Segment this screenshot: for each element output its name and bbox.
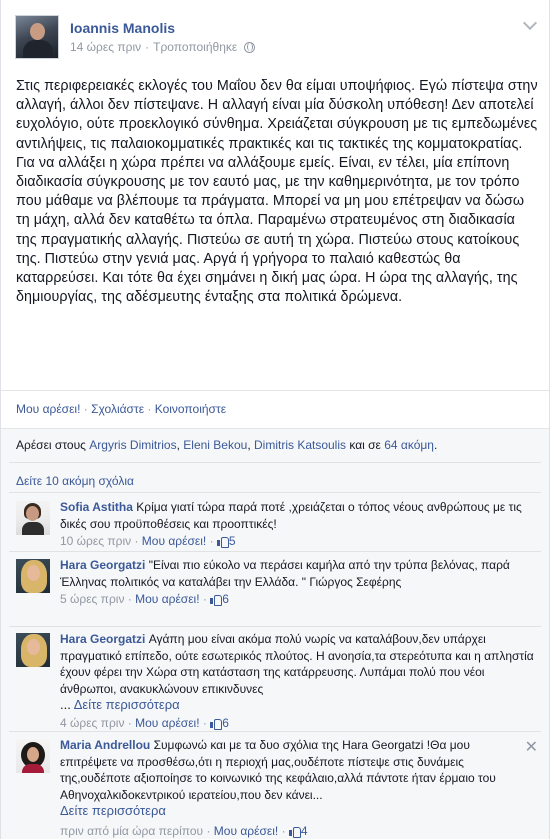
share-button[interactable]: Κοινοποιήστε [155,402,226,416]
like-button[interactable]: Μου αρέσει! [16,402,80,416]
post-card: Ioannis Manolis 14 ώρες πριν · Τροποποιή… [0,0,550,839]
globe-icon[interactable] [244,41,256,53]
comment-like-count[interactable]: 4 [288,824,308,838]
comment-time[interactable]: 10 ώρες πριν [60,534,131,548]
see-more-link[interactable]: Δείτε περισσότερα [60,803,166,818]
see-more-link[interactable]: Δείτε περισσότερα [74,697,180,712]
avatar[interactable] [16,501,50,535]
thumbs-up-icon [216,536,229,548]
comment-like-count[interactable]: 5 [216,534,236,548]
thumbs-up-icon [210,594,223,606]
author-name[interactable]: Ioannis Manolis [70,20,175,36]
more-likers-link[interactable]: 64 ακόμη [384,438,434,452]
liker-link[interactable]: Dimitris Katsoulis [254,438,346,452]
divider [9,731,541,732]
liker-link[interactable]: Eleni Bekou [183,438,247,452]
post-time[interactable]: 14 ώρες πριν [70,40,141,54]
avatar[interactable] [16,559,50,593]
comment-time[interactable]: 5 ώρες πριν [60,592,124,606]
comment-time[interactable]: πριν από μία ώρα περίπου [60,824,203,838]
comment-like-count[interactable]: 6 [210,592,229,606]
comment-like-button[interactable]: Μου αρέσει! [214,824,278,838]
likes-summary: Αρέσει στους Argyris Dimitrios, Eleni Be… [16,438,438,452]
view-more-comments-link[interactable]: Δείτε 10 ακόμη σχόλια [16,474,134,488]
thumbs-up-icon [210,718,223,730]
close-icon[interactable]: ✕ [525,737,538,757]
divider [9,551,541,552]
thumbs-up-icon [288,826,301,838]
divider [9,462,541,463]
avatar[interactable] [16,739,50,773]
edited-label[interactable]: Τροποποιήθηκε [153,40,237,54]
comment-like-button[interactable]: Μου αρέσει! [142,534,206,548]
commenter-name[interactable]: Hara Georgatzi [60,632,145,646]
commenter-name[interactable]: Hara Georgatzi [60,558,145,572]
avatar[interactable] [16,633,50,667]
divider [9,492,541,493]
divider [9,626,541,627]
liker-link[interactable]: Argyris Dimitrios [89,438,176,452]
comment-like-count[interactable]: 6 [210,716,229,730]
commenter-name[interactable]: Sofia Astitha [60,500,133,514]
post-text: Στις περιφερειακές εκλογές του Μαΐου δεν… [16,78,538,306]
comment-like-button[interactable]: Μου αρέσει! [135,716,199,730]
comment-time[interactable]: 4 ώρες πριν [60,716,124,730]
post-meta: 14 ώρες πριν · Τροποποιήθηκε [70,40,256,54]
comment-like-button[interactable]: Μου αρέσει! [135,592,199,606]
commenter-name[interactable]: Maria Andrellou [60,738,150,752]
chevron-down-icon[interactable] [522,15,538,31]
author-avatar[interactable] [15,15,59,59]
comment-button[interactable]: Σχολιάστε [91,402,144,416]
post-actions: Μου αρέσει! · Σχολιάστε · Κοινοποιήστε [16,402,227,416]
